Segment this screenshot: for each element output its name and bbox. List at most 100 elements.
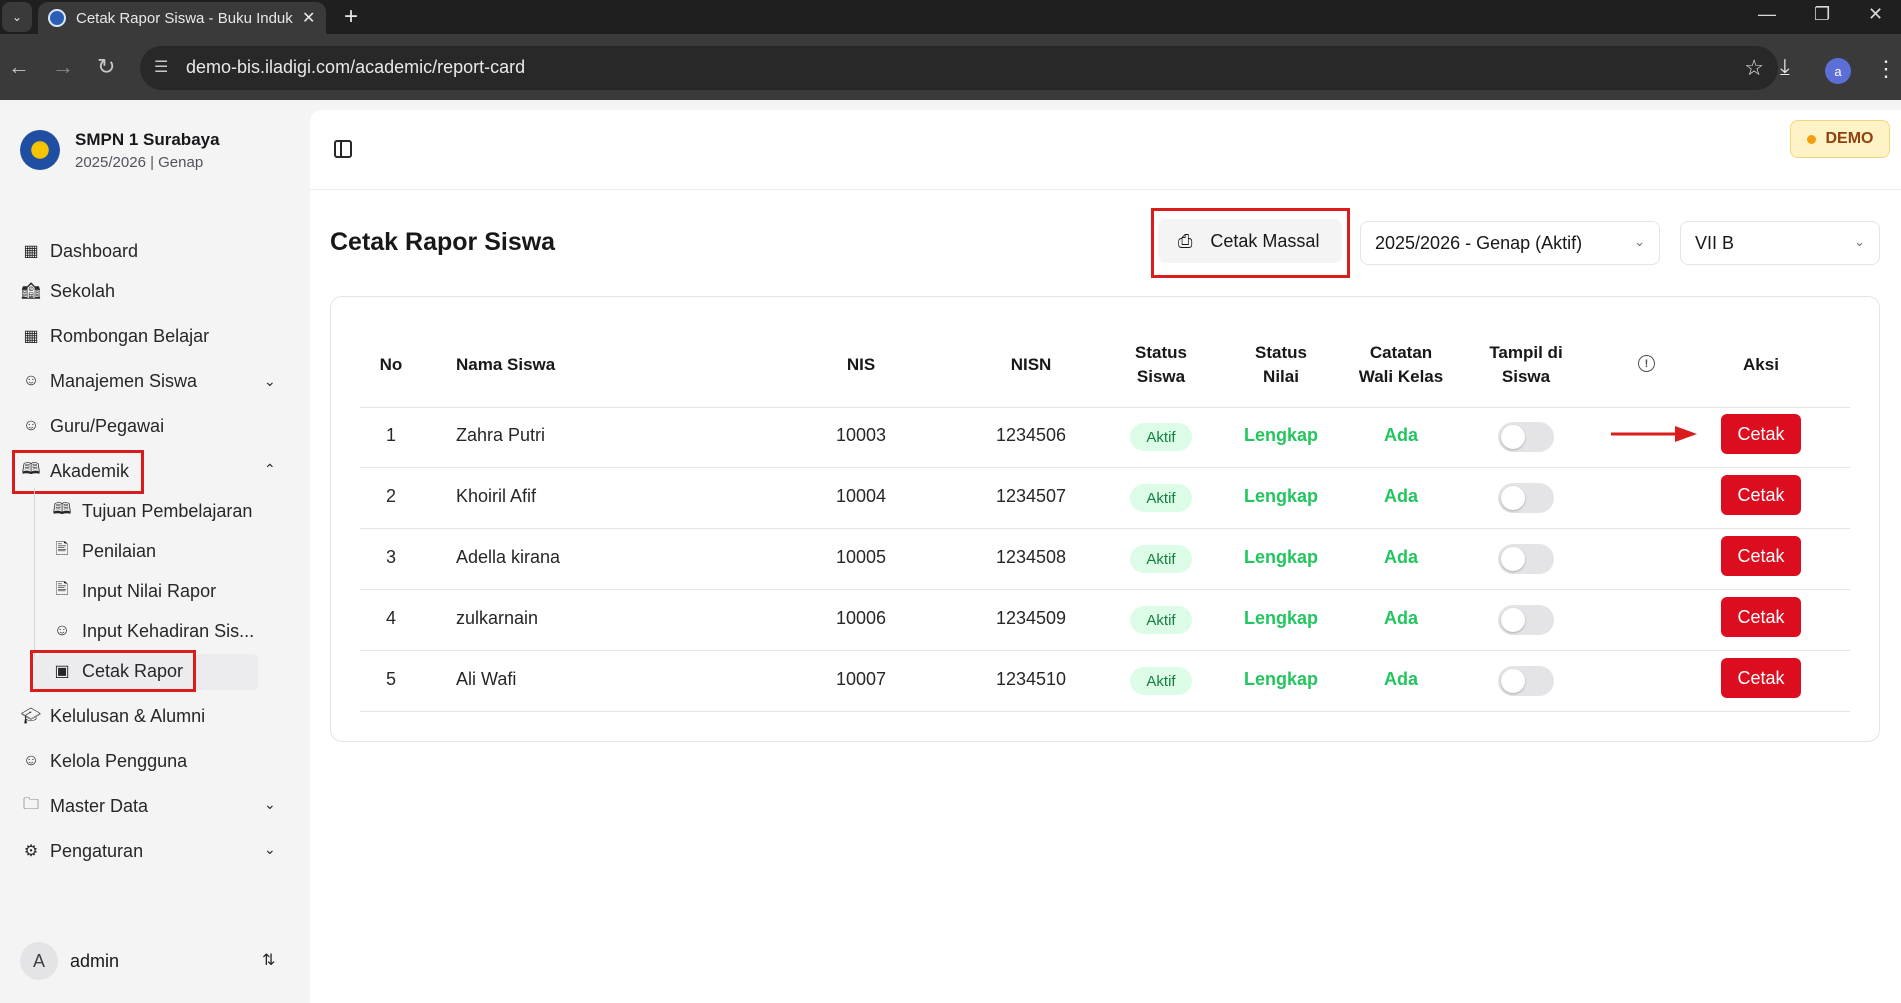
reload-icon[interactable]: ↻ [97, 54, 115, 80]
cell-status-nilai: Lengkap [1243, 608, 1318, 628]
column-header-catatan: Catatan Wali Kelas [1336, 341, 1466, 389]
download-icon[interactable]: ⤓ [1780, 54, 1790, 80]
show-to-student-toggle[interactable] [1498, 544, 1554, 574]
cell-nisn: 1234508 [995, 547, 1067, 567]
column-header-tampil: Tampil di Siswa [1461, 341, 1591, 389]
gear-icon: ⚙ [23, 843, 39, 860]
cell-nama: Khoiril Afif [456, 486, 537, 506]
chevron-up-down-icon[interactable]: ⇅ [262, 950, 275, 970]
cell-status-nilai: Lengkap [1243, 425, 1318, 445]
semester-select[interactable]: 2025/2026 - Genap (Aktif) ⌄ [1360, 221, 1660, 265]
sidebar-item-dashboard[interactable]: ▦ Dashboard [20, 236, 138, 266]
sidebar-item-label: Guru/Pegawai [50, 415, 165, 436]
show-to-student-toggle[interactable] [1498, 666, 1554, 696]
sidebar-toggle-icon[interactable] [334, 140, 352, 158]
file-text-icon: 🖹︎ [55, 540, 69, 558]
row-divider [360, 589, 1850, 590]
status-badge: Aktif [1130, 606, 1192, 634]
cell-no: 2 [385, 486, 396, 506]
cell-nisn: 1234510 [995, 669, 1067, 689]
sidebar-item-rombongan-belajar[interactable]: ▦ Rombongan Belajar [20, 321, 209, 351]
forward-icon[interactable]: → [52, 54, 74, 80]
sidebar-item-label: Rombongan Belajar [50, 325, 210, 346]
cell-catatan: Ada [1383, 425, 1418, 445]
cell-no: 4 [385, 608, 396, 628]
print-button[interactable]: Cetak [1721, 414, 1801, 454]
sidebar-item-label: Sekolah [50, 280, 116, 301]
sidebar-subitem-label: Penilaian [82, 540, 157, 561]
sidebar-item-manajemen-siswa[interactable]: ☺ Manajemen Siswa [20, 366, 197, 396]
grid-icon: ▦ [23, 243, 39, 260]
print-button[interactable]: Cetak [1721, 536, 1801, 576]
chevron-down-icon: ⌄ [1854, 234, 1865, 249]
sidebar-item-label: Manajemen Siswa [50, 370, 198, 391]
sidebar-subitem-input-nilai-rapor[interactable]: 🖹︎ Input Nilai Rapor [52, 576, 217, 606]
chevron-down-icon[interactable]: ⌄ [264, 841, 276, 858]
sidebar-item-pengaturan[interactable]: ⚙ Pengaturan [20, 836, 143, 866]
show-to-student-toggle[interactable] [1498, 422, 1554, 452]
sidebar-item-label: Kelola Pengguna [50, 750, 188, 771]
minimize-icon[interactable]: — [1758, 4, 1776, 25]
sidebar-item-master-data[interactable]: 🗀︎ Master Data [20, 791, 148, 821]
back-icon[interactable]: ← [8, 54, 30, 80]
cell-nisn: 1234506 [995, 425, 1067, 445]
bookmark-star-icon[interactable]: ☆ [1744, 55, 1764, 81]
sidebar-item-guru-pegawai[interactable]: ☺ Guru/Pegawai [20, 411, 164, 441]
cell-catatan: Ada [1383, 486, 1418, 506]
cell-nis: 10003 [835, 425, 887, 445]
sidebar-item-kelulusan-alumni[interactable]: 🎓︎ Kelulusan & Alumni [20, 701, 205, 731]
info-icon[interactable]: ! [1638, 355, 1655, 372]
user-cog-icon: ☺ [22, 752, 40, 769]
sidebar-subitem-tujuan-pembelajaran[interactable]: 🕮︎ Tujuan Pembelajaran [52, 496, 253, 526]
print-button[interactable]: Cetak [1721, 658, 1801, 698]
column-header-status-nilai: Status Nilai [1221, 341, 1341, 389]
url-text[interactable]: demo-bis.iladigi.com/academic/report-car… [186, 57, 525, 78]
address-bar[interactable]: ☰ demo-bis.iladigi.com/academic/report-c… [140, 46, 1778, 90]
sidebar-subitem-penilaian[interactable]: 🖹︎ Penilaian [52, 536, 157, 566]
column-header-no: No [379, 355, 403, 374]
avatar: A [20, 942, 58, 980]
book-open-icon: 🕮︎ [52, 500, 72, 518]
header-line: Wali Kelas [1358, 367, 1444, 386]
tab-search-button[interactable]: ⌄ [2, 2, 32, 32]
show-to-student-toggle[interactable] [1498, 483, 1554, 513]
tab-title: Cetak Rapor Siswa - Buku Induk [76, 9, 293, 27]
print-button[interactable]: Cetak [1721, 597, 1801, 637]
cell-nama: Adella kirana [456, 547, 561, 567]
show-to-student-toggle[interactable] [1498, 605, 1554, 635]
chevron-up-icon[interactable]: ⌃ [264, 461, 276, 478]
print-button[interactable]: Cetak [1721, 475, 1801, 515]
page-title: Cetak Rapor Siswa [330, 228, 556, 256]
cell-status-nilai: Lengkap [1243, 669, 1318, 689]
chevron-down-icon[interactable]: ⌄ [264, 796, 276, 813]
annotation-arrow [1611, 426, 1697, 442]
chevron-down-icon[interactable]: ⌄ [264, 373, 276, 390]
close-tab-icon[interactable]: ✕ [302, 8, 315, 28]
favicon-icon [48, 9, 66, 27]
header-divider [360, 407, 1850, 408]
sidebar-item-sekolah[interactable]: 🏫︎ Sekolah [20, 276, 115, 306]
sidebar-item-kelola-pengguna[interactable]: ☺ Kelola Pengguna [20, 746, 187, 776]
school-logo [20, 130, 60, 170]
user-menu[interactable]: A admin [20, 942, 119, 980]
close-window-icon[interactable]: ✕ [1868, 4, 1883, 25]
school-icon: 🏫︎ [20, 283, 42, 300]
semester-select-value: 2025/2026 - Genap (Aktif) [1375, 232, 1583, 253]
cell-no: 1 [385, 425, 396, 445]
column-header-nama: Nama Siswa [456, 355, 556, 374]
restore-icon[interactable]: ❐ [1814, 4, 1830, 25]
file-text-icon: 🖹︎ [55, 580, 69, 598]
status-badge: Aktif [1130, 545, 1192, 573]
browser-tab[interactable]: Cetak Rapor Siswa - Buku Induk ✕ [38, 2, 326, 34]
header-line: Siswa [1501, 367, 1551, 386]
browser-menu-icon[interactable]: ⋮ [1875, 56, 1897, 82]
new-tab-button[interactable]: + [344, 3, 358, 31]
cell-catatan: Ada [1383, 669, 1418, 689]
status-dot [1806, 134, 1816, 144]
cell-no: 5 [385, 669, 396, 689]
site-info-icon[interactable]: ☰ [154, 57, 168, 77]
sidebar-subitem-label: Input Nilai Rapor [82, 580, 217, 601]
profile-avatar[interactable]: a [1825, 58, 1851, 84]
sidebar-subitem-input-kehadiran[interactable]: ☺ Input Kehadiran Sis... [52, 616, 254, 646]
class-select[interactable]: VII B ⌄ [1680, 221, 1880, 265]
